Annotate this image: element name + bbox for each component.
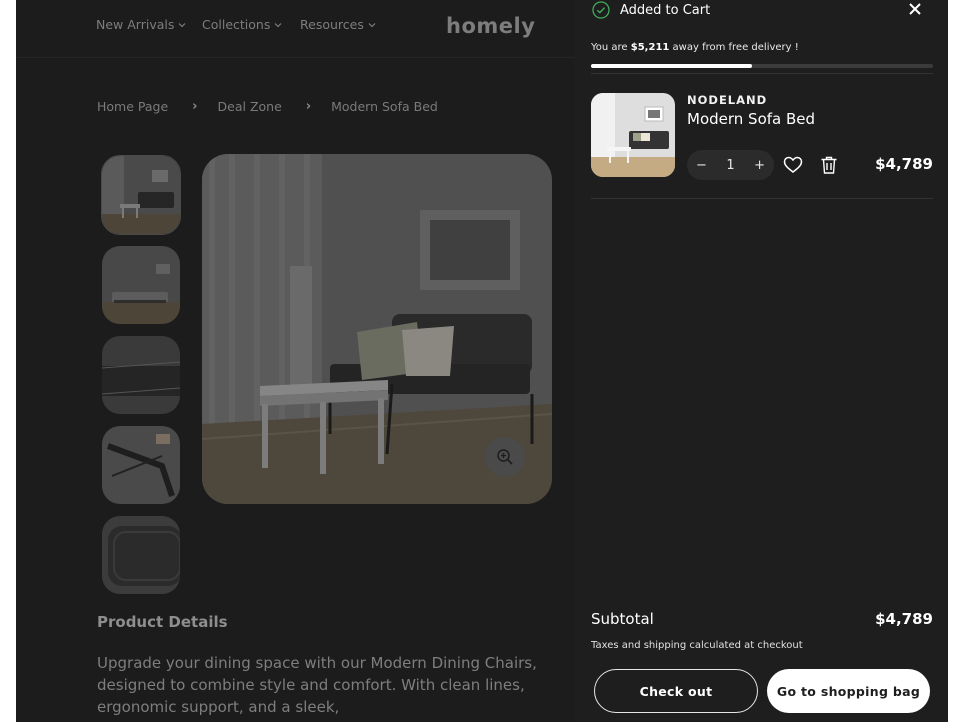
free-delivery-message: You are $5,211 away from free delivery ! <box>591 42 799 53</box>
nav-item-collections[interactable]: Collections <box>202 17 283 32</box>
shopping-bag-button[interactable]: Go to shopping bag <box>767 669 930 713</box>
subtotal-value: $4,789 <box>875 610 933 628</box>
cart-item-image[interactable] <box>591 93 675 177</box>
product-page: New Arrivals Collections Resources homel… <box>16 0 574 722</box>
subtotal-label: Subtotal <box>591 610 654 628</box>
breadcrumb: Home Page › Deal Zone › Modern Sofa Bed <box>97 99 438 114</box>
chevron-down-icon <box>274 22 282 27</box>
product-thumbnail[interactable] <box>102 516 180 594</box>
brand-logo[interactable]: homely <box>446 14 535 38</box>
chevron-down-icon <box>178 22 186 27</box>
close-icon[interactable] <box>908 2 922 16</box>
delivery-suffix: away from free delivery ! <box>669 42 799 53</box>
delivery-progress-fill <box>591 64 752 68</box>
divider <box>591 73 933 74</box>
nav-label: Collections <box>202 17 271 32</box>
app-frame: New Arrivals Collections Resources homel… <box>16 0 948 722</box>
product-thumbnail[interactable] <box>101 155 181 235</box>
chevron-down-icon <box>368 22 376 27</box>
delivery-prefix: You are <box>591 42 631 53</box>
product-thumbnail[interactable] <box>102 426 180 504</box>
chevron-right-icon: › <box>192 99 198 114</box>
tax-note: Taxes and shipping calculated at checkou… <box>591 640 803 651</box>
quantity-stepper: − 1 + <box>687 150 774 180</box>
sofa-bed-image <box>102 246 180 324</box>
cart-item-price: $4,789 <box>875 155 933 173</box>
product-thumbnail[interactable] <box>102 336 180 414</box>
product-description: Upgrade your dining space with our Moder… <box>97 654 537 716</box>
checkout-button[interactable]: Check out <box>594 669 758 713</box>
cart-item-name[interactable]: Modern Sofa Bed <box>687 110 815 128</box>
cart-drawer: Added to Cart You are $5,211 away from f… <box>574 0 948 722</box>
nav-item-new-arrivals[interactable]: New Arrivals <box>96 17 187 32</box>
breadcrumb-current: Modern Sofa Bed <box>331 99 438 114</box>
breadcrumb-deal-zone[interactable]: Deal Zone <box>218 99 282 114</box>
product-details-title: Product Details <box>97 613 228 631</box>
nav-label: New Arrivals <box>96 17 175 32</box>
chevron-right-icon: › <box>305 99 312 114</box>
delivery-progress-bar <box>591 64 933 68</box>
delivery-amount: $5,211 <box>630 42 670 53</box>
nav-label: Resources <box>300 17 364 32</box>
product-thumbnail[interactable] <box>102 246 180 324</box>
sofa-detail-image <box>102 336 180 414</box>
divider <box>591 198 933 199</box>
sofa-room-image <box>102 156 180 234</box>
cushion-fabric-image <box>102 516 180 594</box>
added-to-cart-banner: Added to Cart <box>592 1 710 19</box>
cart-item-brand: NODELAND <box>687 93 768 107</box>
nav-item-resources[interactable]: Resources <box>300 17 377 32</box>
heart-icon[interactable] <box>783 155 803 175</box>
quantity-value: 1 <box>726 157 735 173</box>
zoom-in-icon <box>497 449 513 465</box>
added-to-cart-label: Added to Cart <box>620 2 711 18</box>
check-circle-icon <box>592 1 610 19</box>
sofa-room-image <box>591 93 675 177</box>
increment-button[interactable]: + <box>754 158 765 173</box>
decrement-button[interactable]: − <box>696 158 707 173</box>
product-main-image[interactable] <box>202 154 552 504</box>
breadcrumb-home[interactable]: Home Page <box>97 99 168 114</box>
zoom-button[interactable] <box>485 437 525 477</box>
trash-icon[interactable] <box>820 155 838 175</box>
top-nav: New Arrivals Collections Resources homel… <box>16 0 574 58</box>
sofa-frame-image <box>102 426 180 504</box>
